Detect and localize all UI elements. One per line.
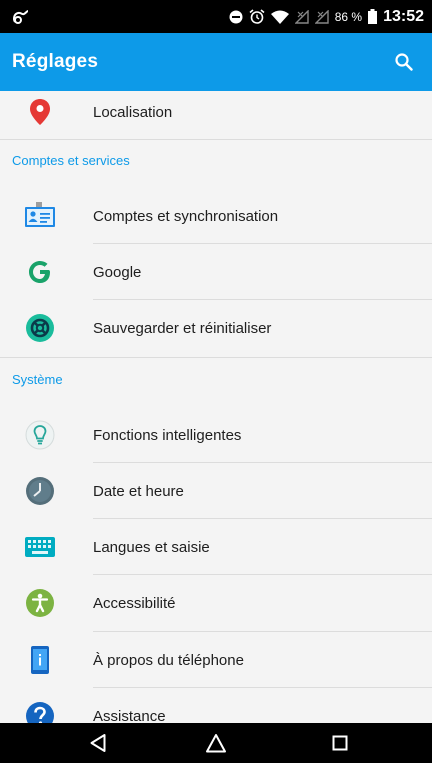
back-button[interactable]	[68, 723, 128, 763]
battery-icon	[368, 9, 378, 24]
section-divider	[0, 357, 432, 358]
no-sim-icon	[294, 9, 309, 24]
list-item-a-propos-telephone[interactable]: À propos du téléphone	[0, 632, 432, 688]
recents-icon	[332, 735, 348, 751]
keyboard-icon	[20, 527, 60, 567]
status-bar-left	[12, 9, 30, 25]
alarm-icon	[249, 9, 265, 24]
list-item-label: Sauvegarder et réinitialiser	[93, 319, 272, 337]
page-title: Réglages	[12, 51, 99, 72]
clock: 13:52	[383, 7, 424, 25]
recents-button[interactable]	[310, 723, 370, 763]
help-icon	[20, 696, 60, 723]
accessibility-icon	[20, 583, 60, 623]
section-header-systeme: Système	[12, 372, 63, 387]
list-item-langues-saisie[interactable]: Langues et saisie	[0, 519, 432, 575]
list-item-google[interactable]: Google	[0, 244, 432, 300]
list-item-label: Accessibilité	[93, 594, 176, 612]
list-item-date-heure[interactable]: Date et heure	[0, 463, 432, 519]
list-item-label: Langues et saisie	[93, 538, 210, 556]
home-icon	[206, 734, 226, 753]
app-notification-icon	[13, 9, 29, 24]
accounts-card-icon	[20, 196, 60, 236]
list-item-localisation[interactable]: Localisation	[0, 91, 432, 140]
search-icon	[395, 53, 413, 71]
list-item-fonctions-intelligentes[interactable]: Fonctions intelligentes	[0, 407, 432, 463]
list-item-comptes-synchronisation[interactable]: Comptes et synchronisation	[0, 188, 432, 244]
location-icon	[20, 92, 60, 132]
list-item-assistance[interactable]: Assistance	[0, 688, 432, 723]
do-not-disturb-icon	[229, 10, 243, 23]
home-button[interactable]	[186, 723, 246, 763]
status-bar-right: 86 % 13:52	[229, 8, 424, 26]
clock-icon	[20, 471, 60, 511]
battery-percent: 86 %	[334, 9, 363, 24]
phone-info-icon	[20, 640, 60, 680]
list-item-label: Assistance	[93, 707, 166, 724]
lightbulb-icon	[20, 415, 60, 455]
app-bar: Réglages	[0, 33, 432, 91]
search-button[interactable]	[390, 48, 418, 76]
list-item-label: Localisation	[93, 103, 173, 121]
signal-icon	[314, 9, 329, 24]
section-divider	[0, 139, 432, 140]
list-item-label: Comptes et synchronisation	[93, 207, 279, 225]
list-item-accessibilite[interactable]: Accessibilité	[0, 575, 432, 631]
settings-list[interactable]: Localisation Comptes et services Comptes…	[0, 91, 432, 723]
navigation-bar	[0, 723, 432, 763]
backup-reset-icon	[20, 308, 60, 348]
status-bar: 86 % 13:52	[0, 0, 432, 33]
list-item-label: Date et heure	[93, 482, 184, 500]
list-item-label: À propos du téléphone	[93, 651, 244, 669]
list-item-label: Google	[93, 263, 142, 281]
back-icon	[90, 734, 106, 752]
list-item-sauvegarder-reinitialiser[interactable]: Sauvegarder et réinitialiser	[0, 300, 432, 356]
wifi-icon	[270, 10, 289, 24]
google-icon	[20, 252, 60, 292]
list-item-label: Fonctions intelligentes	[93, 426, 242, 444]
section-header-comptes: Comptes et services	[12, 153, 130, 168]
